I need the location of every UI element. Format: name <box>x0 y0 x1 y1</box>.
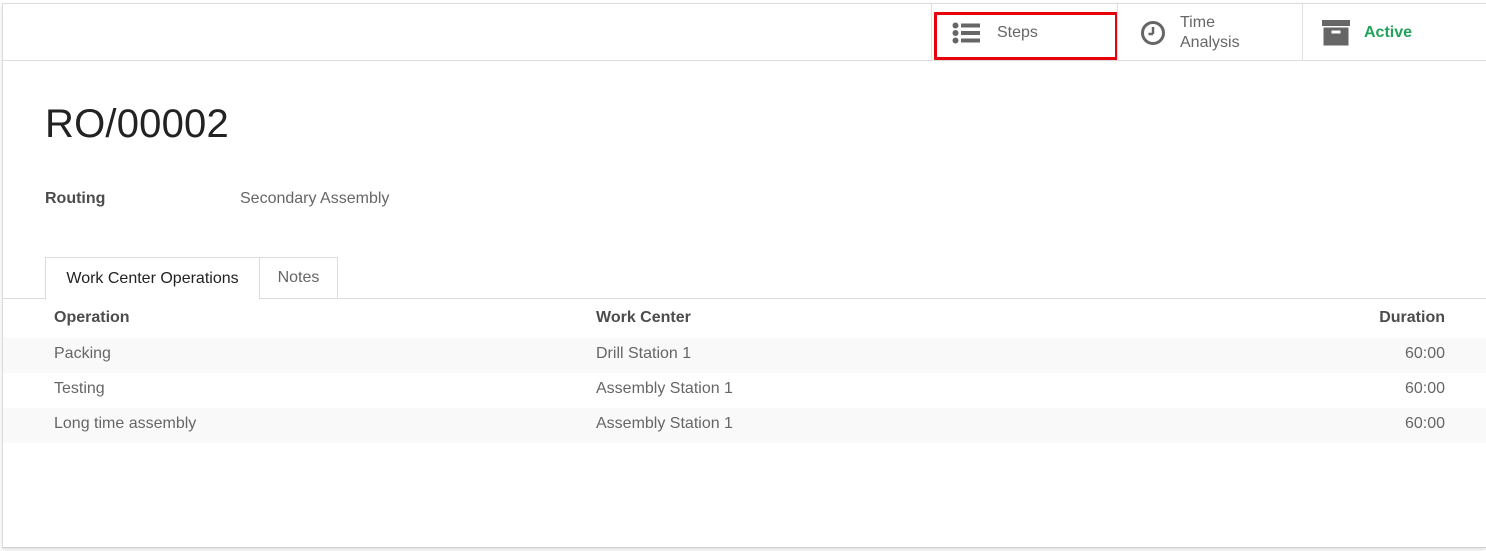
table-row[interactable]: Packing Drill Station 1 60:00 <box>3 338 1486 373</box>
tab-work-center-operations[interactable]: Work Center Operations <box>45 257 260 300</box>
cell-duration: 60:00 <box>1404 380 1445 397</box>
cell-duration: 60:00 <box>1404 345 1445 362</box>
time-analysis-button[interactable]: Time Analysis <box>1117 4 1302 61</box>
header-duration[interactable]: Duration <box>1379 309 1445 327</box>
steps-button-label: Steps <box>997 23 1038 41</box>
active-toggle-button[interactable]: Active <box>1302 4 1486 61</box>
header-work-center[interactable]: Work Center <box>596 309 691 327</box>
time-analysis-label: Time Analysis <box>1180 13 1240 53</box>
time-analysis-line1: Time <box>1180 13 1215 31</box>
routing-value: Secondary Assembly <box>240 190 390 207</box>
table-row[interactable]: Long time assembly Assembly Station 1 60… <box>3 408 1486 443</box>
steps-button[interactable]: Steps <box>931 4 1118 61</box>
record-title: RO/00002 <box>45 102 229 146</box>
operations-table: Operation Work Center Duration Packing D… <box>3 300 1486 443</box>
cell-operation: Testing <box>54 380 105 397</box>
cell-work-center: Assembly Station 1 <box>596 415 733 432</box>
button-box: Steps Time Analysis Active <box>3 4 1486 61</box>
cell-operation: Long time assembly <box>54 415 197 432</box>
cell-duration: 60:00 <box>1404 415 1445 432</box>
active-label: Active <box>1364 23 1413 41</box>
header-operation[interactable]: Operation <box>54 309 130 327</box>
tab-notes[interactable]: Notes <box>260 257 338 299</box>
cell-work-center: Drill Station 1 <box>596 345 692 362</box>
form-sheet: Steps Time Analysis Active RO/00002 Rout… <box>2 3 1486 548</box>
table-header: Operation Work Center Duration <box>3 300 1486 338</box>
time-analysis-line2: Analysis <box>1180 33 1240 51</box>
routing-label: Routing <box>45 190 106 207</box>
archive-icon <box>1322 19 1350 47</box>
list-icon <box>952 19 980 47</box>
clock-icon <box>1139 19 1167 47</box>
table-row[interactable]: Testing Assembly Station 1 60:00 <box>3 373 1486 408</box>
table-body: Packing Drill Station 1 60:00 Testing As… <box>3 338 1486 443</box>
cell-work-center: Assembly Station 1 <box>596 380 733 397</box>
notebook-tabs: Work Center Operations Notes <box>3 257 1486 300</box>
cell-operation: Packing <box>54 345 111 362</box>
